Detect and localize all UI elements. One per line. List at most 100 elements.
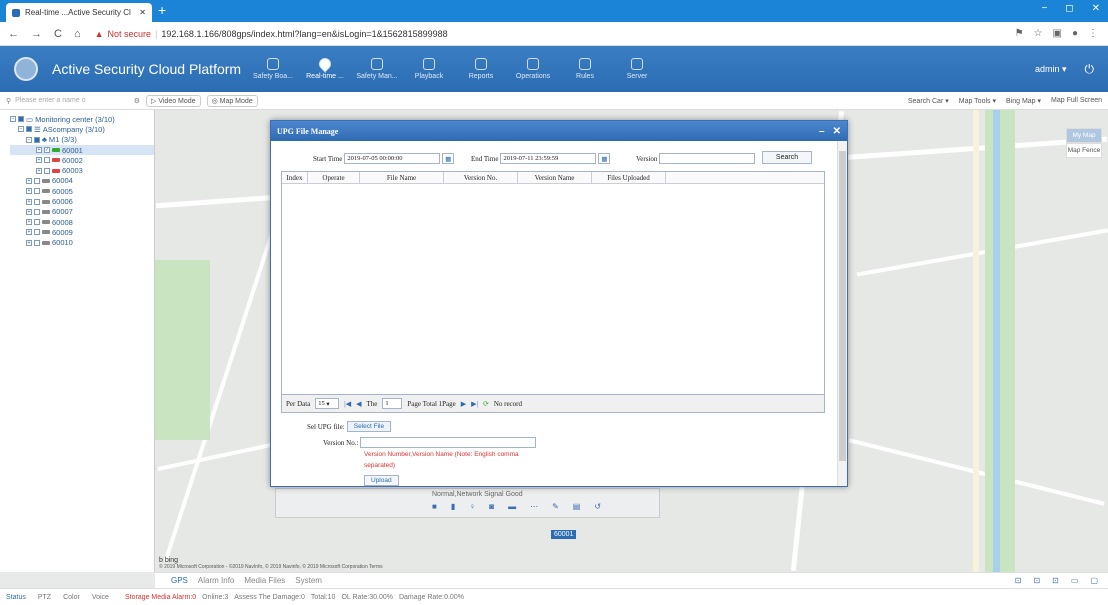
select-file-button[interactable]: Select File xyxy=(346,421,392,432)
maximize-icon[interactable]: ▢ xyxy=(1090,576,1098,585)
tool-icon[interactable]: ✎ xyxy=(552,502,559,511)
tree-node[interactable]: +60004 xyxy=(10,176,154,186)
checkbox[interactable] xyxy=(26,126,32,133)
upload-button[interactable]: Upload xyxy=(364,475,399,486)
expand-icon[interactable]: − xyxy=(26,136,32,143)
last-page-icon[interactable]: ▶| xyxy=(471,400,478,408)
menu-operations[interactable]: Operations xyxy=(507,58,559,80)
scrollbar-thumb[interactable] xyxy=(839,151,846,461)
vehicle-marker-label[interactable]: 60001 xyxy=(551,530,577,539)
menu-real-time[interactable]: Real-time ... xyxy=(299,55,351,80)
menu-dots-icon[interactable]: ⋮ xyxy=(1088,28,1098,39)
history-icon[interactable]: ↺ xyxy=(594,502,601,511)
window-icon[interactable]: ▭ xyxy=(1071,576,1079,585)
tree-node[interactable]: +60008 xyxy=(10,217,154,227)
search-box[interactable]: ⚲ Please enter a name o ⚙ xyxy=(0,97,140,105)
calendar-icon[interactable]: ▦ xyxy=(598,153,611,164)
column-header[interactable]: Files Uploaded xyxy=(592,172,666,183)
power-icon[interactable]: ⏻ xyxy=(1085,62,1095,77)
column-header[interactable]: Operate xyxy=(308,172,360,183)
search-car-button[interactable]: Search Car ▾ xyxy=(908,97,949,105)
checkbox[interactable] xyxy=(34,198,40,205)
prev-page-icon[interactable]: ◀ xyxy=(356,400,361,408)
forward-icon[interactable]: → xyxy=(31,28,42,40)
version-input[interactable] xyxy=(659,153,756,164)
column-header[interactable]: Version Name xyxy=(518,172,592,183)
tree-node[interactable]: + ✓ 60001 xyxy=(10,144,154,156)
checkbox[interactable]: ✓ xyxy=(44,147,50,154)
first-page-icon[interactable]: |◀ xyxy=(344,400,351,408)
menu-reports[interactable]: Reports xyxy=(455,58,507,80)
expand-icon[interactable]: + xyxy=(26,219,32,226)
maximize-button[interactable]: ◻ xyxy=(1065,3,1073,14)
tree-node[interactable]: − ▭ Monitoring center (3/10) xyxy=(10,114,154,124)
tab-alarm-info[interactable]: Alarm Info xyxy=(198,576,234,585)
checkbox[interactable] xyxy=(34,208,40,215)
expand-icon[interactable]: + xyxy=(36,147,42,154)
settings-icon[interactable]: ⚙ xyxy=(134,97,140,105)
tree-node[interactable]: +60005 xyxy=(10,186,154,196)
reload-icon[interactable]: C xyxy=(54,28,62,40)
expand-icon[interactable]: + xyxy=(26,239,32,246)
map-full-screen-button[interactable]: Map Full Screen xyxy=(1051,97,1102,105)
footer-tab-color[interactable]: Color xyxy=(57,594,86,601)
checkbox[interactable] xyxy=(34,177,40,184)
dialog-close-button[interactable]: ✕ xyxy=(833,126,841,137)
tab-close-icon[interactable]: ✕ xyxy=(139,8,146,17)
column-header[interactable]: Index xyxy=(282,172,308,183)
my-map-button[interactable]: My Map xyxy=(1066,128,1102,143)
minimize-button[interactable]: − xyxy=(1041,3,1047,14)
next-page-icon[interactable]: ▶ xyxy=(461,400,466,408)
back-icon[interactable]: ← xyxy=(8,28,19,40)
expand-icon[interactable]: − xyxy=(10,116,16,123)
tree-node[interactable]: +60006 xyxy=(10,196,154,206)
footer-tab-ptz[interactable]: PTZ xyxy=(32,594,57,601)
dialog-minimize-button[interactable]: – xyxy=(819,126,825,137)
calendar-icon[interactable]: ▦ xyxy=(442,153,455,164)
menu-rules[interactable]: Rules xyxy=(559,58,611,80)
camera-icon[interactable]: ◙ xyxy=(489,502,494,511)
translate-icon[interactable]: ⚑ xyxy=(1015,28,1024,39)
tree-node[interactable]: − ☰ AScompany (3/10) xyxy=(10,124,154,134)
expand-icon[interactable]: + xyxy=(36,157,42,164)
video-icon[interactable]: ■ xyxy=(432,502,437,511)
search-input[interactable]: Please enter a name o xyxy=(15,97,130,104)
alarm-icon[interactable]: ♀ xyxy=(469,502,475,511)
map-tools-button[interactable]: Map Tools ▾ xyxy=(959,97,996,105)
menu-safety-management[interactable]: Safety Man... xyxy=(351,58,403,80)
video-mode-button[interactable]: ▷ Video Mode xyxy=(146,94,201,107)
checkbox[interactable] xyxy=(34,219,40,226)
tree-node[interactable]: +60010 xyxy=(10,238,154,248)
search-button[interactable]: Search xyxy=(762,151,812,164)
checkbox[interactable] xyxy=(34,239,40,246)
user-menu[interactable]: admin ▾ xyxy=(1035,64,1067,75)
unlock-icon[interactable]: ⊡ xyxy=(1033,576,1040,585)
more-icon[interactable]: ⋯ xyxy=(530,502,538,511)
end-time-input[interactable]: 2019-07-11 23:59:59 xyxy=(500,153,597,164)
tree-node[interactable]: − ♣ M1 (3/3) xyxy=(10,135,154,145)
tab-media-files[interactable]: Media Files xyxy=(244,576,285,585)
column-header[interactable]: File Name xyxy=(360,172,444,183)
bing-map-button[interactable]: Bing Map ▾ xyxy=(1006,97,1041,105)
lock-icon[interactable]: ⊡ xyxy=(1052,576,1059,585)
bookmark-star-icon[interactable]: ☆ xyxy=(1034,28,1043,39)
tree-node[interactable]: +60003 xyxy=(10,165,154,175)
tab-gps[interactable]: GPS xyxy=(171,576,188,585)
expand-icon[interactable]: + xyxy=(36,167,42,174)
card-icon[interactable]: ▬ xyxy=(508,502,516,511)
panel-icon[interactable]: ▤ xyxy=(573,502,581,511)
map-mode-button[interactable]: ◎ Map Mode xyxy=(206,94,258,107)
dialog-scrollbar[interactable] xyxy=(837,141,847,486)
checkbox[interactable] xyxy=(18,116,24,123)
per-data-select[interactable]: 15 ▾ xyxy=(315,398,340,409)
footer-tab-status[interactable]: Status xyxy=(0,594,32,601)
expand-icon[interactable]: + xyxy=(26,188,32,195)
browser-tab[interactable]: Real-time ...Active Security Cl ✕ xyxy=(6,3,152,22)
expand-icon[interactable]: + xyxy=(26,208,32,215)
start-time-input[interactable]: 2019-07-05 00:00:00 xyxy=(344,153,441,164)
menu-server[interactable]: Server xyxy=(611,58,663,80)
dialog-title-bar[interactable]: UPG File Manage – ✕ xyxy=(271,121,847,141)
tree-node[interactable]: +60002 xyxy=(10,155,154,165)
version-no-input[interactable] xyxy=(360,437,537,448)
checkbox[interactable] xyxy=(34,136,40,143)
